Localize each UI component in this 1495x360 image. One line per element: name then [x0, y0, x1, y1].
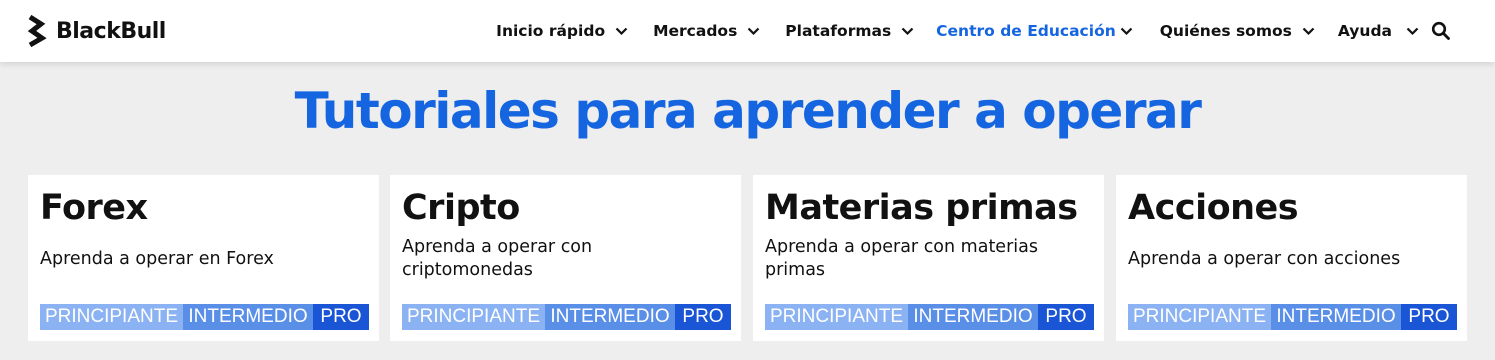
level-pro-button[interactable]: PRO — [1038, 304, 1094, 330]
tutorial-card-forex[interactable]: Forex Aprenda a operar en Forex PRINCIPI… — [28, 175, 379, 341]
page-title: Tutoriales para aprender a operar — [294, 82, 1202, 140]
chevron-down-icon — [1120, 27, 1133, 35]
nav-item-mercados[interactable]: Mercados — [653, 22, 760, 40]
card-title: Materias primas — [765, 188, 1078, 228]
card-description: Aprenda a operar con acciones — [1128, 249, 1401, 269]
card-description: Aprenda a operar en Forex — [40, 249, 274, 269]
chevron-down-icon — [901, 27, 914, 35]
card-description: Aprenda a operar con criptomonedas — [402, 237, 593, 280]
main-nav: Inicio rápido Mercados Plataformas Centr… — [496, 0, 1451, 62]
tutorial-card-cripto[interactable]: Cripto Aprenda a operar con criptomoneda… — [390, 175, 741, 341]
level-bar: PRINCIPIANTE INTERMEDIO PRO — [1128, 304, 1457, 330]
nav-item-label: Ayuda — [1337, 22, 1392, 40]
level-pro-button[interactable]: PRO — [313, 304, 369, 330]
level-intermediate-button[interactable]: INTERMEDIO — [1271, 304, 1401, 330]
level-intermediate-button[interactable]: INTERMEDIO — [545, 304, 675, 330]
card-description: Aprenda a operar con materias primas — [765, 237, 1038, 280]
level-beginner-button[interactable]: PRINCIPIANTE — [40, 304, 183, 330]
chevron-down-icon — [748, 27, 760, 35]
card-title: Cripto — [402, 188, 520, 228]
level-intermediate-button[interactable]: INTERMEDIO — [908, 304, 1038, 330]
brand-logo[interactable]: BlackBull — [27, 14, 166, 48]
tutorial-card-materias-primas[interactable]: Materias primas Aprenda a operar con mat… — [753, 175, 1104, 341]
nav-item-label: Mercados — [653, 22, 738, 40]
level-intermediate-button[interactable]: INTERMEDIO — [183, 304, 313, 330]
level-bar: PRINCIPIANTE INTERMEDIO PRO — [40, 304, 369, 330]
nav-item-ayuda[interactable]: Ayuda — [1338, 22, 1419, 40]
chevron-down-icon — [615, 27, 628, 35]
card-title: Forex — [40, 188, 148, 228]
nav-item-label: Plataformas — [785, 22, 892, 40]
level-pro-button[interactable]: PRO — [1401, 304, 1457, 330]
level-bar: PRINCIPIANTE INTERMEDIO PRO — [765, 304, 1094, 330]
search-icon[interactable] — [1431, 21, 1451, 41]
card-title: Acciones — [1128, 188, 1299, 228]
nav-item-label: Centro de Educación — [936, 22, 1116, 40]
level-beginner-button[interactable]: PRINCIPIANTE — [765, 304, 908, 330]
level-beginner-button[interactable]: PRINCIPIANTE — [402, 304, 545, 330]
site-header: BlackBull Inicio rápido Mercados Platafo… — [0, 0, 1495, 62]
tutorial-card-acciones[interactable]: Acciones Aprenda a operar con acciones P… — [1116, 175, 1467, 341]
blackbull-logo-icon — [27, 15, 47, 47]
nav-item-quienes-somos[interactable]: Quiénes somos — [1160, 22, 1315, 40]
chevron-down-icon — [1406, 27, 1419, 35]
level-bar: PRINCIPIANTE INTERMEDIO PRO — [402, 304, 731, 330]
brand-name: BlackBull — [56, 18, 166, 44]
level-beginner-button[interactable]: PRINCIPIANTE — [1128, 304, 1271, 330]
nav-item-plataformas[interactable]: Plataformas — [785, 22, 914, 40]
chevron-down-icon — [1302, 27, 1315, 35]
nav-item-label: Quiénes somos — [1159, 22, 1292, 40]
nav-item-inicio-rapido[interactable]: Inicio rápido — [496, 22, 628, 40]
level-pro-button[interactable]: PRO — [675, 304, 731, 330]
nav-item-label: Inicio rápido — [496, 22, 606, 40]
nav-item-centro-de-educacion[interactable]: Centro de Educación — [936, 22, 1133, 40]
